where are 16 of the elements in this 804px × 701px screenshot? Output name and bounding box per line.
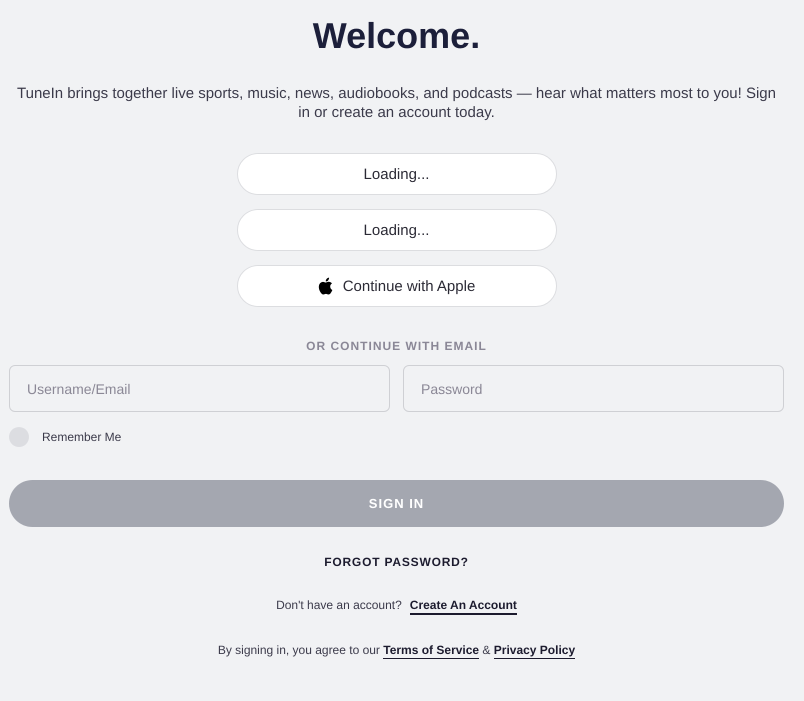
social-sign-in-button[interactable]: Continue with Apple <box>236 265 556 307</box>
privacy-link[interactable]: Privacy Policy <box>494 643 576 659</box>
remember-label[interactable]: Remember Me <box>42 430 122 444</box>
password-field[interactable]: Password <box>403 365 784 412</box>
welcome-heading: Welcome. <box>312 14 480 58</box>
create-account-link[interactable]: Create An Account <box>410 598 517 615</box>
legal-text: By signing in, you agree to our Terms of Service & Privacy Policy <box>218 643 576 657</box>
signup-prompt: Don't have an account? <box>276 598 402 612</box>
apple-logo-icon <box>318 277 333 295</box>
username-field[interactable]: Username/Email <box>9 365 390 412</box>
forgot-password-link[interactable]: FORGOT PASSWORD? <box>324 554 469 570</box>
social-sign-in-button[interactable]: Loading... <box>236 153 556 195</box>
divider-label: OR CONTINUE WITH EMAIL <box>306 339 487 353</box>
terms-link[interactable]: Terms of Service <box>383 643 480 659</box>
social-sign-in-button[interactable]: Loading... <box>236 209 556 251</box>
intro-text: TuneIn brings together live sports, music, news, audiobooks, and podcasts — hear what matters most to you! Sign in or create an account today. <box>16 84 777 122</box>
